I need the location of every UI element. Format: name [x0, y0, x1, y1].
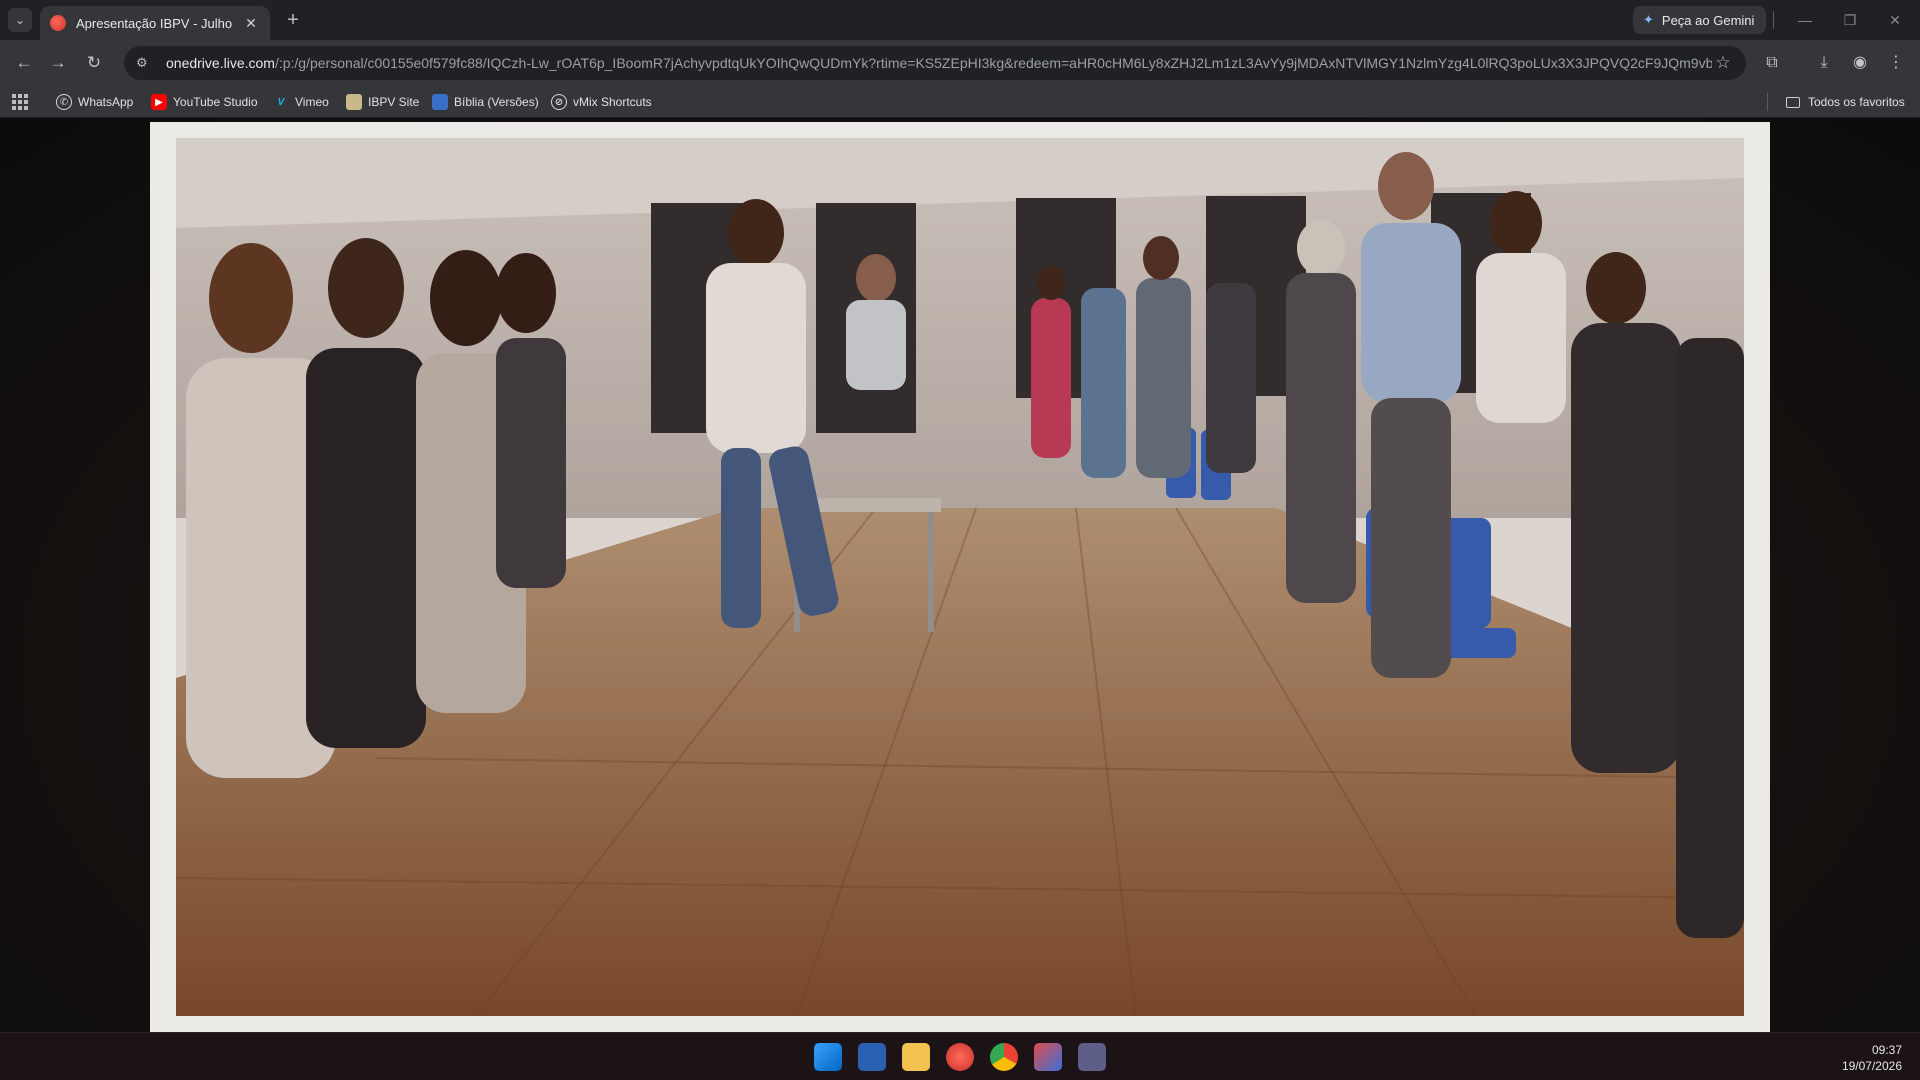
- powerpoint-favicon-icon: [50, 15, 66, 31]
- url-path: /:p:/g/personal/c00155e0f579fc88/IQCzh-L…: [274, 55, 1712, 71]
- clock-time: 09:37: [1871, 1043, 1902, 1057]
- bookmark-label: vMix Shortcuts: [573, 95, 652, 109]
- bookmark-label: Bíblia (Versões): [454, 95, 539, 109]
- bible-icon: [432, 94, 448, 110]
- gemini-spark-icon: ✦: [1643, 12, 1654, 27]
- notepad-icon[interactable]: [858, 1043, 886, 1071]
- bookmark-label: IBPV Site: [368, 95, 420, 109]
- tab-title: Apresentação IBPV - Julho 2026: [76, 15, 236, 31]
- all-bookmarks-label: Todos os favoritos: [1808, 95, 1905, 109]
- group-photo-illustration: [176, 138, 1744, 1016]
- minimize-icon[interactable]: —: [1790, 8, 1820, 32]
- store-icon[interactable]: [1034, 1043, 1062, 1071]
- system-clock[interactable]: 09:37 19/07/2026: [1842, 1042, 1902, 1074]
- folder-icon: [1786, 96, 1800, 108]
- bookmark-vmix-shortcuts[interactable]: ⊘ vMix Shortcuts: [551, 92, 652, 112]
- bookmark-vimeo[interactable]: V Vimeo: [273, 92, 329, 112]
- close-tab-icon[interactable]: ✕: [242, 15, 260, 32]
- whatsapp-icon: ✆: [56, 94, 72, 110]
- bookmarks-separator: [1767, 93, 1768, 111]
- tabstrip-separator: [1773, 11, 1774, 29]
- youtube-icon: ▶: [151, 94, 167, 110]
- address-bar[interactable]: ⚙ onedrive.live.com/:p:/g/personal/c0015…: [124, 46, 1746, 80]
- extensions-icon[interactable]: ⧉: [1760, 51, 1784, 75]
- profile-avatar-icon[interactable]: ◉: [1848, 51, 1872, 75]
- slide-photo-frame: [150, 122, 1770, 1032]
- new-tab-button[interactable]: +: [282, 10, 304, 32]
- chrome-icon[interactable]: [990, 1043, 1018, 1071]
- clock-date: 19/07/2026: [1841, 1059, 1902, 1073]
- ask-gemini-button[interactable]: ✦ Peça ao Gemini: [1633, 6, 1767, 34]
- bookmark-youtube-studio[interactable]: ▶ YouTube Studio: [151, 92, 258, 112]
- tab-strip: ⌄ Apresentação IBPV - Julho 2026 ✕ + ✦ P…: [0, 0, 1920, 40]
- powerpoint-icon[interactable]: [946, 1043, 974, 1071]
- bookmark-ibpv-site[interactable]: IBPV Site: [346, 92, 419, 112]
- bookmark-whatsapp[interactable]: ✆ WhatsApp: [56, 92, 133, 112]
- apps-grid-icon[interactable]: [12, 94, 28, 110]
- bookmark-star-icon[interactable]: ☆: [1712, 53, 1734, 73]
- close-window-icon[interactable]: ✕: [1880, 8, 1910, 32]
- download-icon[interactable]: ⤓: [1812, 51, 1836, 75]
- bookmarks-bar: ✆ WhatsApp ▶ YouTube Studio V Vimeo IBPV…: [0, 86, 1920, 118]
- ibpv-icon: [346, 94, 362, 110]
- url-host: onedrive.live.com: [166, 55, 275, 71]
- slide-photo: [176, 138, 1744, 1016]
- vimeo-icon: V: [277, 96, 285, 108]
- reload-icon[interactable]: ↻: [82, 51, 106, 75]
- bookmark-label: YouTube Studio: [173, 95, 258, 109]
- bookmark-biblia-versoes[interactable]: Bíblia (Versões): [432, 92, 539, 112]
- back-icon[interactable]: ←: [12, 51, 36, 75]
- forward-icon[interactable]: →: [46, 51, 70, 75]
- windows-start-icon[interactable]: [814, 1043, 842, 1071]
- browser-toolbar: ← → ↻ ⚙ onedrive.live.com/:p:/g/personal…: [0, 40, 1920, 86]
- vmix-icon: ⊘: [551, 94, 567, 110]
- windows-taskbar: 09:37 19/07/2026: [0, 1032, 1920, 1080]
- url-text[interactable]: onedrive.live.com/:p:/g/personal/c00155e…: [166, 55, 1712, 71]
- restore-icon[interactable]: ❐: [1835, 8, 1865, 32]
- active-tab[interactable]: Apresentação IBPV - Julho 2026 ✕: [40, 6, 270, 40]
- page-content: [0, 119, 1920, 1032]
- file-explorer-icon[interactable]: [902, 1043, 930, 1071]
- remote-desktop-icon[interactable]: [1078, 1043, 1106, 1071]
- all-bookmarks-folder[interactable]: Todos os favoritos: [1786, 92, 1905, 112]
- ask-gemini-label: Peça ao Gemini: [1661, 12, 1755, 28]
- tab-search-chevron-icon[interactable]: ⌄: [8, 8, 32, 32]
- site-info-icon[interactable]: ⚙: [136, 55, 156, 71]
- bookmark-label: Vimeo: [295, 95, 329, 109]
- bookmark-label: WhatsApp: [78, 95, 134, 109]
- menu-kebab-icon[interactable]: ⋮: [1884, 51, 1908, 75]
